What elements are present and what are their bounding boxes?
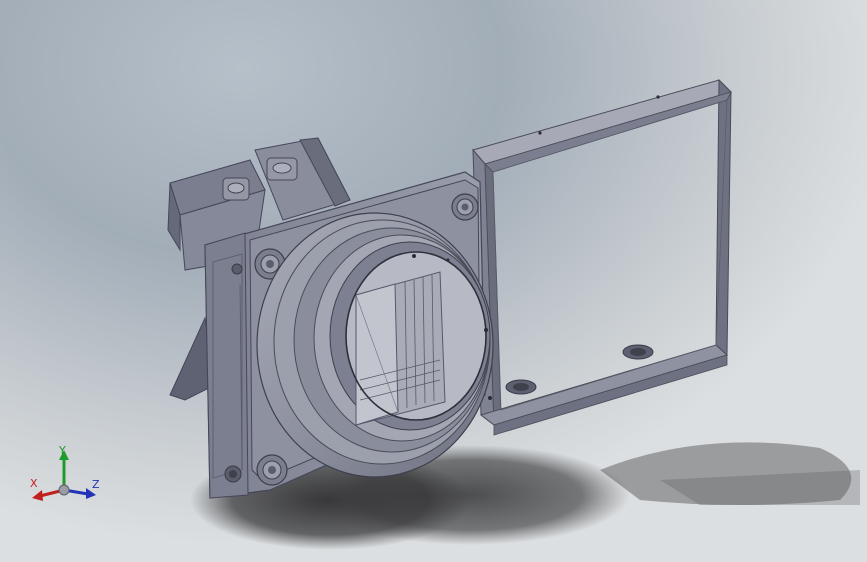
- y-axis-label: Y: [58, 444, 66, 457]
- triad-origin: [58, 484, 70, 496]
- cad-model-view[interactable]: [0, 0, 867, 562]
- graphics-viewport[interactable]: Y X Z: [0, 0, 867, 562]
- lens-mount-ring[interactable]: [256, 212, 494, 478]
- z-axis-label: Z: [92, 478, 100, 491]
- rear-frame[interactable]: [472, 78, 732, 436]
- x-axis-arrow: [32, 490, 43, 501]
- reference-triad[interactable]: Y X Z: [26, 444, 110, 510]
- x-axis-label: X: [30, 477, 38, 490]
